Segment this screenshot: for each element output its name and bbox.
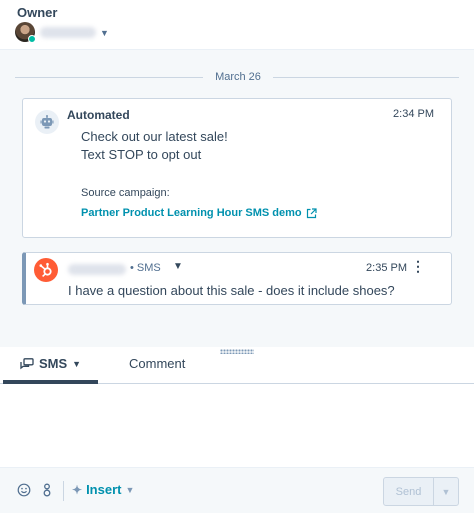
hubspot-sprocket-icon (34, 258, 58, 282)
message-sender-label: Automated (67, 108, 130, 122)
channel-label: • SMS (130, 262, 161, 274)
emoji-icon[interactable] (17, 483, 31, 502)
automated-message-card: Automated 2:34 PM Check out our latest s… (22, 98, 452, 238)
campaign-link-text[interactable]: Partner Product Learning Hour SMS demo (81, 207, 302, 219)
campaign-link[interactable]: Partner Product Learning Hour SMS demo (81, 207, 317, 219)
tab-sms[interactable]: SMS ▼ (20, 356, 81, 371)
robot-icon (35, 110, 59, 134)
chevron-down-icon[interactable]: ▼ (125, 485, 134, 495)
chevron-down-icon[interactable]: ▼ (173, 261, 183, 272)
composer-tabs: SMS ▼ Comment (0, 347, 474, 384)
insert-label[interactable]: Insert (86, 482, 121, 497)
sender-name-redacted (68, 264, 126, 275)
send-button-group[interactable]: Send ▼ (383, 477, 459, 506)
tab-comment-label[interactable]: Comment (129, 356, 185, 371)
toolbar-divider (63, 481, 64, 501)
send-button[interactable]: Send (384, 478, 434, 505)
composer-toolbar: ✦ Insert ▼ Send ▼ (0, 467, 474, 513)
resize-handle[interactable] (220, 349, 254, 354)
chevron-down-icon[interactable]: ▼ (72, 359, 81, 369)
tab-sms-label[interactable]: SMS (39, 356, 67, 371)
sparkle-icon: ✦ (72, 482, 83, 497)
sms-chat-icon (20, 357, 34, 369)
owner-name-redacted[interactable] (40, 27, 96, 38)
composer: SMS ▼ Comment ✦ Insert ▼ Send ▼ (0, 347, 474, 513)
chevron-down-icon[interactable]: ▼ (434, 478, 458, 505)
message-timestamp: 2:34 PM (393, 108, 434, 120)
incoming-sms-card: • SMS ▼ 2:35 PM ⋮ I have a question abou… (22, 252, 452, 305)
date-divider-line (273, 77, 459, 78)
message-line: Check out our latest sale! (81, 129, 228, 144)
sms-message-text: I have a question about this sale - does… (68, 283, 395, 298)
conversation-timeline: March 26 Automated 2:34 PM Check out our… (0, 50, 474, 347)
owner-selector[interactable] (15, 22, 36, 43)
date-divider-line (15, 77, 203, 78)
online-status-dot (28, 35, 36, 43)
snippet-icon[interactable] (42, 483, 52, 502)
active-tab-indicator (3, 380, 98, 384)
message-timestamp: 2:35 PM (366, 262, 407, 274)
date-divider: March 26 (215, 71, 261, 83)
chevron-down-icon[interactable]: ▼ (100, 28, 109, 38)
tab-comment[interactable]: Comment (129, 356, 185, 371)
source-campaign-label: Source campaign: (81, 187, 170, 199)
owner-section: Owner ▼ (0, 0, 474, 50)
external-link-icon[interactable] (306, 207, 317, 219)
kebab-menu-icon[interactable]: ⋮ (411, 259, 425, 273)
owner-label: Owner (17, 5, 58, 20)
message-line: Text STOP to opt out (81, 147, 202, 162)
insert-button[interactable]: ✦ Insert ▼ (72, 482, 134, 497)
